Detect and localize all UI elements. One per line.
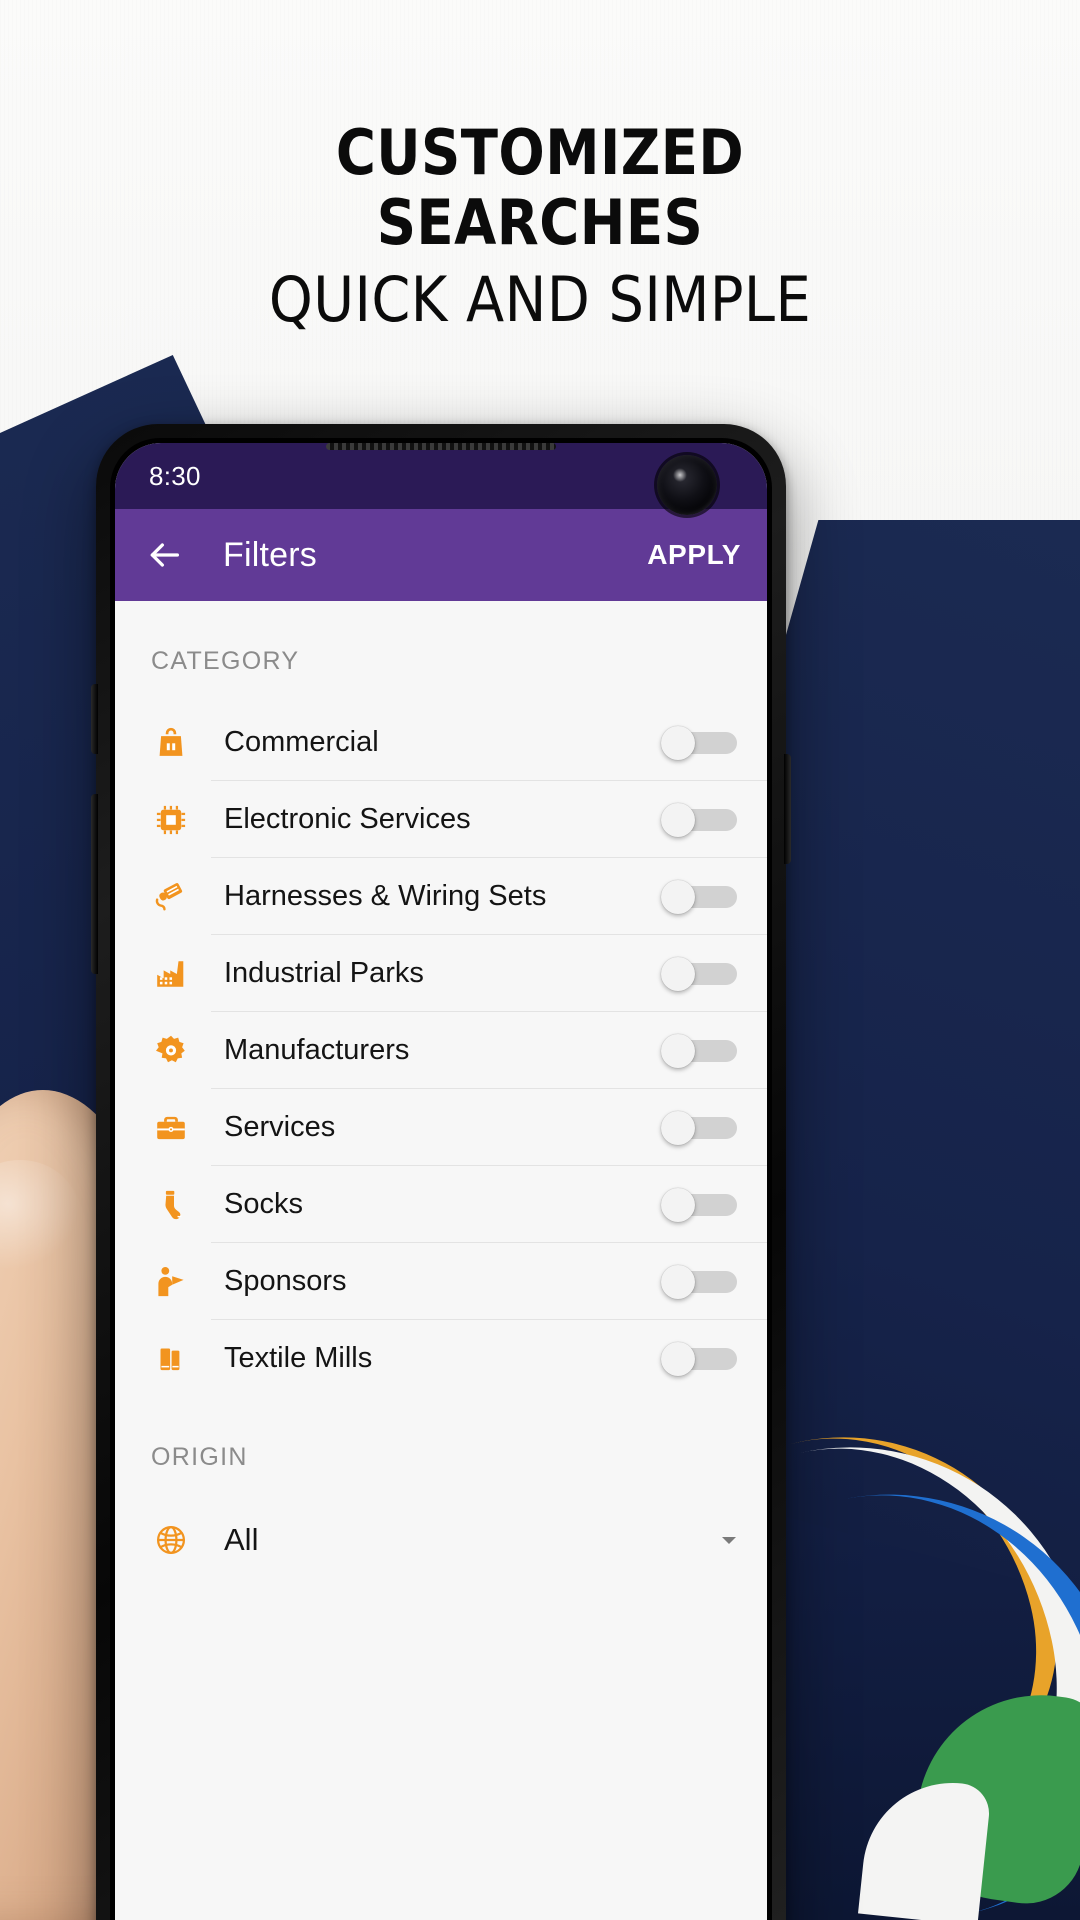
microchip-icon <box>151 800 191 840</box>
category-list: Commercial Electronic Services Harnesses… <box>115 704 767 1397</box>
toggle-switch[interactable] <box>661 879 745 914</box>
list-item-label: Industrial Parks <box>224 957 424 989</box>
list-item[interactable]: Manufacturers <box>115 1012 767 1089</box>
origin-value: All <box>224 1522 259 1557</box>
toggle-switch[interactable] <box>661 1110 745 1145</box>
list-item-label: Harnesses & Wiring Sets <box>224 880 547 912</box>
phone-mockup: 8:30 Filters APPLY CATEGORY Commercial E… <box>91 424 791 1920</box>
toggle-switch[interactable] <box>661 1341 745 1376</box>
shopping-bag-icon <box>151 723 191 763</box>
section-header-origin: ORIGIN <box>151 1443 248 1471</box>
factory-icon <box>151 954 191 994</box>
toggle-switch[interactable] <box>661 1264 745 1299</box>
list-item[interactable]: Socks <box>115 1166 767 1243</box>
list-item[interactable]: Harnesses & Wiring Sets <box>115 858 767 935</box>
toggle-switch[interactable] <box>661 1033 745 1068</box>
front-camera-icon <box>657 455 717 515</box>
list-item-label: Services <box>224 1111 336 1143</box>
status-bar: 8:30 <box>115 443 767 515</box>
earpiece-speaker <box>326 443 556 450</box>
app-bar: Filters APPLY <box>115 509 767 601</box>
arrow-left-icon[interactable] <box>141 532 187 578</box>
sponsor-icon <box>151 1262 191 1302</box>
list-item-label: Manufacturers <box>224 1034 410 1066</box>
headline-line-1: CUSTOMIZED <box>335 116 745 189</box>
phone-bezel: 8:30 Filters APPLY CATEGORY Commercial E… <box>110 438 772 1920</box>
sock-icon <box>151 1185 191 1225</box>
list-item-label: Textile Mills <box>224 1342 373 1374</box>
list-item[interactable]: Services <box>115 1089 767 1166</box>
briefcase-icon <box>151 1108 191 1148</box>
gear-icon <box>151 1031 191 1071</box>
filters-content: CATEGORY Commercial Electronic Services … <box>115 601 767 1920</box>
toggle-switch[interactable] <box>661 956 745 991</box>
books-icon <box>151 1339 191 1379</box>
globe-icon <box>151 1520 191 1560</box>
list-item-label: Commercial <box>224 726 379 758</box>
phone-side-button-right[interactable] <box>784 754 791 864</box>
section-header-category: CATEGORY <box>151 647 300 675</box>
list-item[interactable]: Electronic Services <box>115 781 767 858</box>
promo-screenshot: CUSTOMIZED SEARCHES QUICK AND SIMPLE 8:3… <box>0 0 1080 1920</box>
promo-headline: CUSTOMIZED SEARCHES QUICK AND SIMPLE <box>0 118 1080 342</box>
toggle-switch[interactable] <box>661 725 745 760</box>
phone-screen: 8:30 Filters APPLY CATEGORY Commercial E… <box>115 443 767 1920</box>
list-item-label: Sponsors <box>224 1265 347 1297</box>
wiring-harness-icon <box>151 877 191 917</box>
list-item[interactable]: Sponsors <box>115 1243 767 1320</box>
list-item[interactable]: Industrial Parks <box>115 935 767 1012</box>
chevron-down-icon[interactable] <box>717 1528 741 1552</box>
status-bar-time: 8:30 <box>149 460 201 491</box>
headline-line-3: QUICK AND SIMPLE <box>268 263 812 336</box>
list-item-label: Socks <box>224 1188 303 1220</box>
origin-selector[interactable]: All <box>115 1500 767 1580</box>
list-item[interactable]: Textile Mills <box>115 1320 767 1397</box>
apply-button[interactable]: APPLY <box>647 539 741 571</box>
page-title: Filters <box>223 535 317 574</box>
toggle-switch[interactable] <box>661 1187 745 1222</box>
list-item[interactable]: Commercial <box>115 704 767 781</box>
headline-line-2: SEARCHES <box>376 186 704 259</box>
list-item-label: Electronic Services <box>224 803 471 835</box>
toggle-switch[interactable] <box>661 802 745 837</box>
